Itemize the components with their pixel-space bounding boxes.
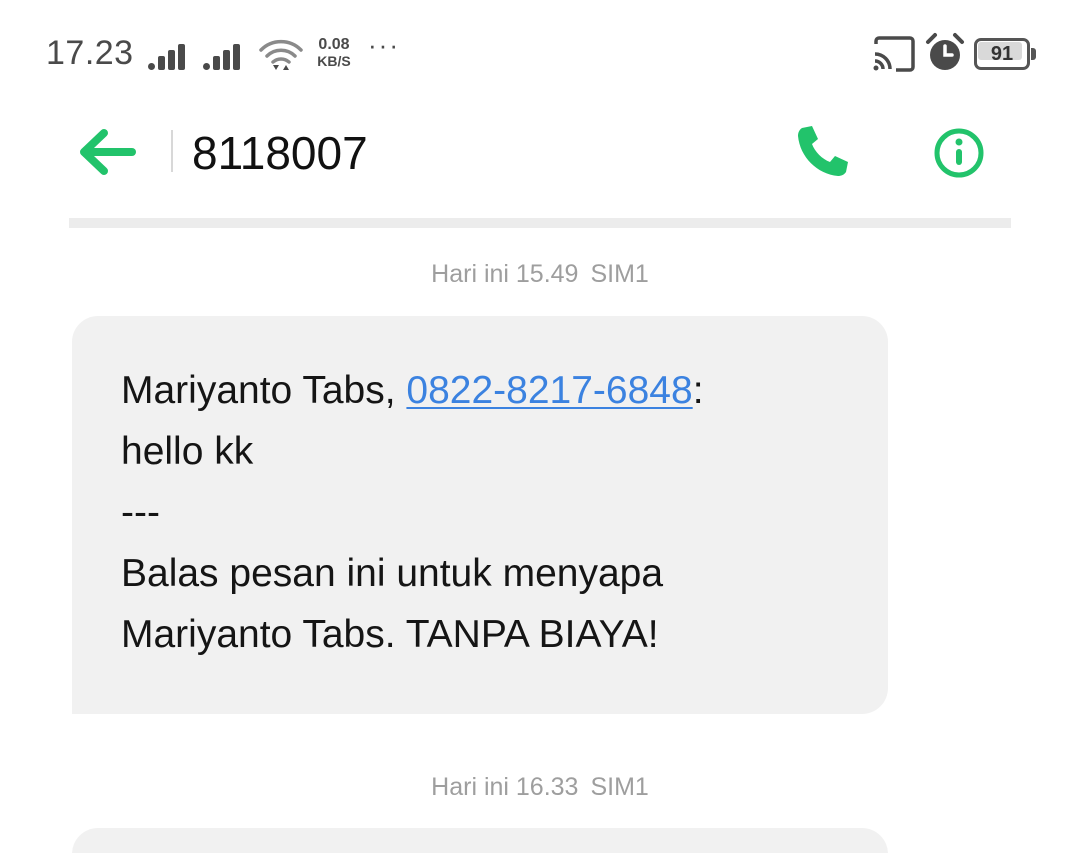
- status-time: 17.23: [46, 34, 134, 72]
- alarm-icon: [926, 33, 964, 70]
- sender-suffix: :: [692, 369, 704, 412]
- cast-icon: [873, 36, 915, 72]
- network-speed: 0.08 KB/S: [312, 36, 356, 70]
- message-text: hello kk: [121, 430, 254, 473]
- phone-icon[interactable]: [794, 122, 852, 180]
- contact-title: 8118007: [192, 127, 368, 179]
- message-sender-line: Mariyanto Tabs, 0822-8217-6848:: [121, 360, 841, 421]
- status-bar: 17.23 0.08 KB/S ··· 91: [0, 0, 1080, 100]
- header-divider: [171, 130, 173, 172]
- header-separator: [69, 218, 1011, 228]
- message-bubble[interactable]: Mariyanto Tabs, 0822-8217-6848: hello kk…: [72, 316, 888, 714]
- message-body: Mariyanto Tabs, 0822-8217-6848: hello kk…: [121, 360, 841, 665]
- timestamp-time: Hari ini 15.49: [431, 260, 579, 288]
- timestamp-time: Hari ini 16.33: [431, 773, 579, 801]
- signal-sim1-icon: [148, 40, 194, 70]
- timestamp-sim: SIM1: [590, 773, 649, 801]
- phone-number-link[interactable]: 0822-8217-6848: [406, 369, 692, 412]
- message-separator: ---: [121, 491, 160, 534]
- message-bubble[interactable]: [72, 828, 888, 853]
- network-speed-value: 0.08: [318, 36, 350, 53]
- message-list[interactable]: Hari ini 15.49 SIM1 Mariyanto Tabs, 0822-…: [0, 228, 1080, 853]
- battery-icon: 91: [974, 38, 1036, 70]
- conversation-header: 8118007: [0, 100, 1080, 220]
- wifi-icon: [259, 39, 303, 70]
- battery-level: 91: [990, 43, 1014, 65]
- info-icon[interactable]: [930, 124, 988, 182]
- message-text: Mariyanto Tabs. TANPA BIAYA!: [121, 613, 659, 656]
- more-notifications-icon: ···: [368, 30, 400, 60]
- arrow-left-icon[interactable]: [74, 124, 138, 180]
- timestamp-sim: SIM1: [590, 260, 649, 288]
- sender-name: Mariyanto Tabs,: [121, 369, 407, 412]
- message-timestamp: Hari ini 16.33 SIM1: [0, 773, 1080, 802]
- network-speed-unit: KB/S: [317, 53, 351, 69]
- message-text: Balas pesan ini untuk menyapa: [121, 552, 664, 595]
- signal-sim2-icon: [203, 40, 249, 70]
- message-timestamp: Hari ini 15.49 SIM1: [0, 260, 1080, 289]
